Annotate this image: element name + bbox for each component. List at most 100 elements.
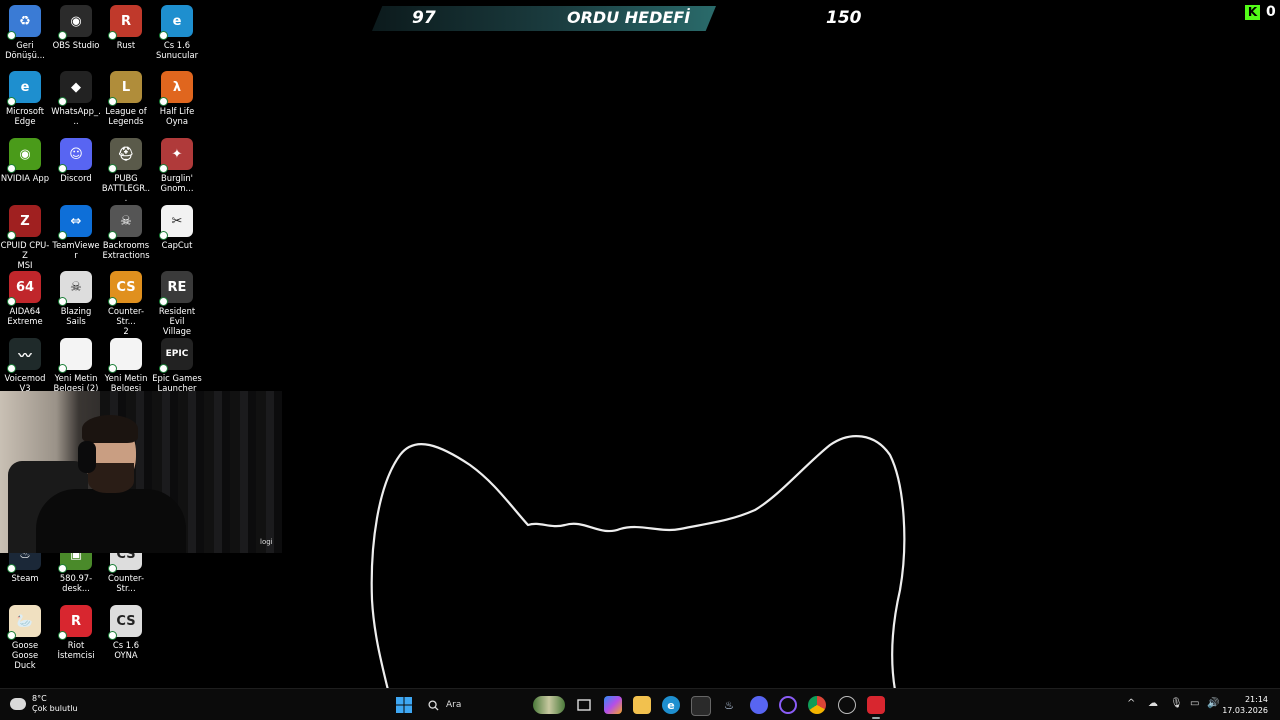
desktop-icon-label: Cs 1.6 Sunucular [155, 40, 199, 60]
desktop-icon[interactable]: ⛑ PUBG BATTLEGR... [101, 138, 151, 203]
desktop-icon[interactable]: ☠ Blazing Sails [51, 271, 101, 326]
goal-target-value: 150 [826, 8, 862, 28]
league-icon: L [108, 71, 142, 106]
desktop-icon-label: Burglin' Gnom... [160, 173, 194, 193]
chrome-icon[interactable] [808, 696, 826, 714]
file-explorer-icon[interactable] [633, 696, 651, 714]
goal-current-value: 97 [412, 8, 436, 28]
shortcut-badge-icon [58, 364, 67, 373]
desktop-icon[interactable]: ✦ Burglin' Gnom... [152, 138, 202, 193]
active-app-indicator [872, 717, 880, 719]
counter-strike-icon: CS [108, 605, 142, 640]
burglin-gnomes-icon: ✦ [159, 138, 193, 173]
desktop-icon-label: Epic Games Launcher [152, 373, 202, 393]
desktop-icon[interactable]: ✂ CapCut [152, 205, 202, 250]
discord-icon: ☺ [58, 138, 92, 173]
epic-games-icon: EPIC [159, 338, 193, 373]
desktop-icon-label: Microsoft Edge [5, 106, 45, 126]
desktop-icon-label: Backrooms Extractions [102, 240, 150, 260]
discord-taskbar-icon[interactable] [750, 696, 768, 714]
rust-icon: R [108, 5, 142, 40]
webcam-feed: logi [0, 391, 282, 553]
desktop-icon[interactable]: RE Resident Evil Village [152, 271, 202, 336]
desktop-icon-label: Counter-Str... [108, 573, 144, 593]
shortcut-badge-icon [159, 231, 168, 240]
desktop-icon[interactable]: CS Counter-Str... 2 [101, 271, 151, 336]
onedrive-cloud-icon[interactable]: ☁ [1148, 698, 1158, 709]
desktop-icon[interactable]: e Microsoft Edge [0, 71, 50, 126]
steam-taskbar-icon[interactable]: ♨ [720, 696, 738, 714]
desktop-icon[interactable]: ☺ Discord [51, 138, 101, 183]
desktop-icon[interactable]: 〰 Voicemod V3 [0, 338, 50, 393]
desktop-icon[interactable]: ◉ NVIDIA App [0, 138, 50, 183]
edge-taskbar-icon[interactable]: e [662, 696, 680, 714]
desktop-icon[interactable]: Yeni Metin Belgesi [101, 338, 151, 393]
shortcut-badge-icon [159, 164, 168, 173]
riot-client-icon: R [58, 605, 92, 640]
desktop-icon[interactable]: Yeni Metin Belgesi (2) [51, 338, 101, 393]
shortcut-badge-icon [108, 164, 117, 173]
counter-strike-2-icon: CS [108, 271, 142, 306]
desktop-icon-label: 580.97-desk... [59, 573, 93, 593]
shortcut-badge-icon [7, 97, 16, 106]
search-highlight-icon[interactable] [533, 696, 565, 714]
desktop-icon[interactable]: CS Cs 1.6 OYNA [101, 605, 151, 660]
task-view-button[interactable] [575, 696, 593, 714]
text-document-icon [108, 338, 142, 373]
desktop-icon[interactable]: R Riot İstemcisi [51, 605, 101, 660]
whatsapp-icon: ◆ [58, 71, 92, 106]
desktop-icon-label: Yeni Metin Belgesi [104, 373, 148, 393]
shortcut-badge-icon [58, 164, 67, 173]
show-hidden-icons-chevron-up-icon[interactable]: ^ [1127, 698, 1135, 709]
desktop-icon[interactable]: Z CPUID CPU-Z MSI [0, 205, 50, 270]
task-view-icon [577, 699, 591, 711]
taskbar: 8°C Çok bulutlu Ara e ♨ ^ ☁ 🎙 ▭ 🔊 21:14 … [0, 688, 1280, 720]
desktop-icon-label: OBS Studio [52, 40, 100, 50]
edge-icon: e [159, 5, 193, 40]
shortcut-badge-icon [7, 297, 16, 306]
voicemod-icon: 〰 [7, 338, 41, 373]
cat-ears-outline [370, 435, 906, 690]
desktop-icon[interactable]: 64 AIDA64 Extreme [0, 271, 50, 326]
desktop-icon[interactable]: ♻ Geri Dönüşü... [0, 5, 50, 60]
desktop-icon[interactable]: L League of Legends [101, 71, 151, 126]
desktop-icon[interactable]: ⇔ TeamViewer [51, 205, 101, 260]
microsoft-store-icon[interactable] [691, 696, 711, 716]
clock-time: 21:14 [1244, 695, 1268, 704]
desktop-icon[interactable]: 🦢 Goose Goose Duck [0, 605, 50, 670]
webcam-brand-label: logi [260, 538, 273, 546]
riot-client-taskbar-icon[interactable] [867, 696, 885, 714]
desktop-icon[interactable]: ◉ OBS Studio [51, 5, 101, 50]
teamviewer-icon: ⇔ [58, 205, 92, 240]
desktop-icon[interactable]: ◆ WhatsApp_... [51, 71, 101, 126]
obs-taskbar-icon[interactable] [779, 696, 797, 714]
capcut-icon: ✂ [159, 205, 193, 240]
volume-icon[interactable]: 🔊 [1207, 698, 1219, 709]
desktop-icon-label: PUBG BATTLEGR... [101, 173, 151, 203]
desktop-icon[interactable]: ☠ Backrooms Extractions [101, 205, 151, 260]
desktop-icon[interactable]: EPIC Epic Games Launcher [152, 338, 202, 393]
network-icon[interactable]: ▭ [1190, 698, 1199, 709]
desktop-icon-label: Yeni Metin Belgesi (2) [53, 373, 99, 393]
desktop-icon[interactable]: e Cs 1.6 Sunucular [152, 5, 202, 60]
microphone-icon[interactable]: 🎙 [1170, 698, 1183, 709]
nvidia-icon: ◉ [7, 138, 41, 173]
app-icon[interactable] [838, 696, 856, 714]
desktop-icon-label: Discord [60, 173, 92, 183]
desktop-icon-label: Blazing Sails [60, 306, 92, 326]
desktop-icon-label: WhatsApp_... [51, 106, 101, 126]
shortcut-badge-icon [7, 164, 16, 173]
system-clock[interactable]: 21:14 17.03.2026 [1222, 694, 1268, 716]
shortcut-badge-icon [108, 364, 117, 373]
copilot-icon[interactable] [604, 696, 622, 714]
shortcut-badge-icon [58, 231, 67, 240]
search-icon [428, 699, 439, 711]
kick-logo-icon: K [1245, 4, 1260, 20]
desktop-icon[interactable]: λ Half Life Oyna [152, 71, 202, 126]
shortcut-badge-icon [58, 631, 67, 640]
desktop-icon[interactable]: R Rust [101, 5, 151, 50]
shortcut-badge-icon [58, 297, 67, 306]
shortcut-badge-icon [108, 97, 117, 106]
weather-widget[interactable]: 8°C Çok bulutlu [10, 694, 78, 714]
start-button[interactable] [395, 696, 413, 714]
